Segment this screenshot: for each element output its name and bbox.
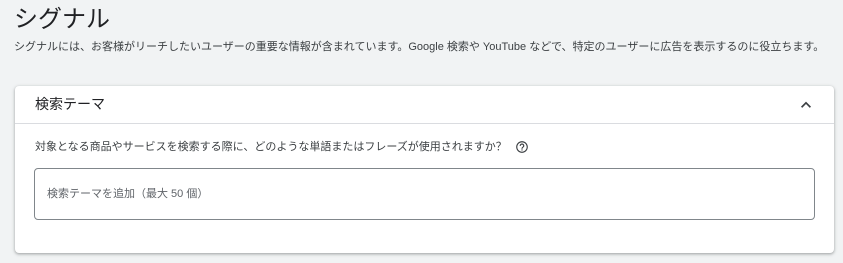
search-theme-card: 検索テーマ 対象となる商品やサービスを検索する際に、どのような単語またはフレーズ…: [15, 86, 834, 253]
page-description: シグナルには、お客様がリーチしたいユーザーの重要な情報が含まれています。Goog…: [14, 41, 825, 53]
card-title: 検索テーマ: [35, 96, 105, 112]
help-circle-icon[interactable]: [515, 140, 529, 154]
question-row: 対象となる商品やサービスを検索する際に、どのような単語またはフレーズが使用されま…: [35, 139, 529, 155]
page-title: シグナル: [14, 6, 110, 33]
search-theme-input-container: [34, 168, 815, 220]
chevron-up-icon[interactable]: [796, 95, 816, 115]
question-text: 対象となる商品やサービスを検索する際に、どのような単語またはフレーズが使用されま…: [35, 141, 507, 153]
search-theme-input[interactable]: [47, 169, 802, 219]
card-header[interactable]: 検索テーマ: [15, 86, 834, 124]
